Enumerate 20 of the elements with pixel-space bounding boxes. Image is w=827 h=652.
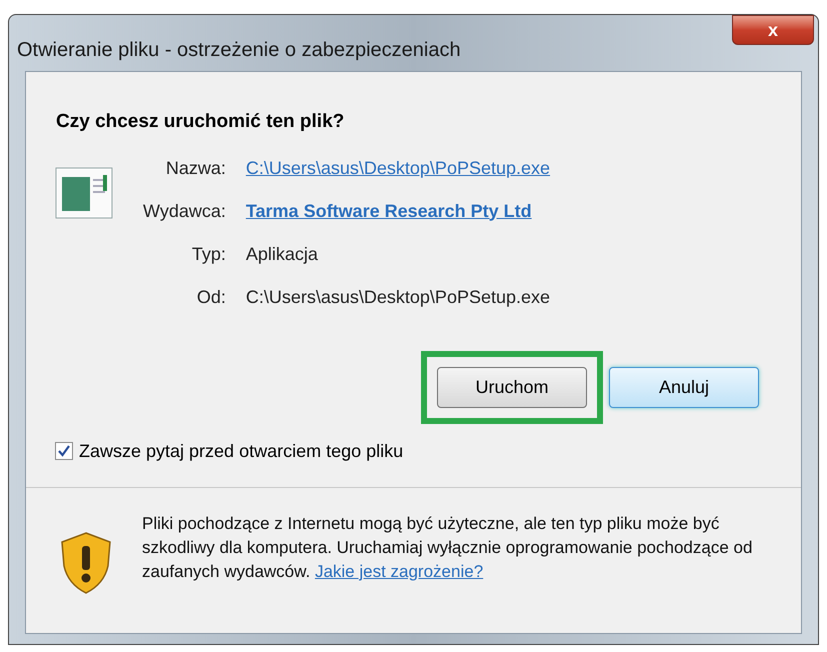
file-path-link[interactable]: C:\Users\asus\Desktop\PoPSetup.exe (246, 154, 550, 182)
detail-label: Wydawca: (143, 200, 226, 223)
warning-shield-icon (60, 532, 112, 594)
detail-label: Typ: (190, 242, 226, 266)
checkbox[interactable] (55, 442, 73, 460)
dialog-button[interactable]: Anuluj (609, 366, 759, 408)
risk-link[interactable]: Jakie jest zagrożenie? (314, 562, 484, 580)
detail-value: C:\Users\asus\Desktop\PoPSetup.exe (246, 286, 550, 309)
application-icon (55, 166, 113, 218)
publisher-link[interactable]: Tarma Software Research Pty Ltd (246, 198, 550, 224)
checkbox-label: Zawsze pytaj przed otwarciem tego pliku (79, 440, 404, 463)
dialog-heading: Czy chcesz uruchomić ten plik? (56, 110, 346, 134)
close-button[interactable]: x (732, 15, 814, 45)
checkmark-icon (58, 445, 70, 457)
warning-text: Pliki pochodzące z Internetu mogą być użyteczne, ale ten typ pliku może być szkodliwy dla komputera. Uruchamiaj wyłącznie oprogramowanie pochodzące od zaufanych wydawców. Jakie jest zagrożenie? (142, 512, 754, 582)
window-title: Otwieranie pliku - ostrzeżenie o zabezpieczeniach (17, 38, 461, 63)
detail-value: Aplikacja (246, 242, 319, 266)
detail-label: Od: (196, 286, 226, 308)
dialog-button[interactable]: Uruchom (437, 366, 587, 408)
detail-label: Nazwa: (164, 156, 226, 180)
